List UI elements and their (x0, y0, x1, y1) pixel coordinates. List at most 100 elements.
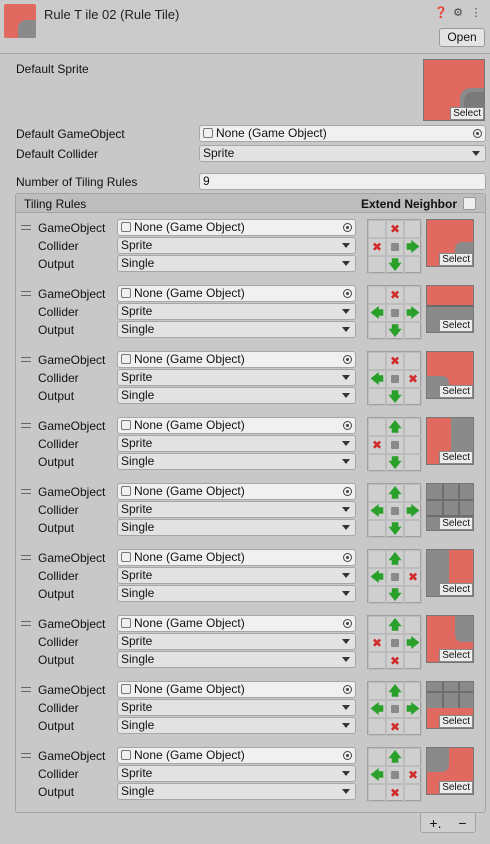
neighbor-this-arrow-icon[interactable]: 🡄 (368, 502, 386, 520)
drag-handle-icon[interactable] (21, 555, 31, 560)
rule-output-dropdown[interactable]: Single (117, 585, 356, 602)
neighbor-this-arrow-icon[interactable]: 🡆 (404, 502, 422, 520)
neighbor-this-arrow-icon[interactable]: 🡄 (368, 370, 386, 388)
rule-sprite-field[interactable]: Select (426, 351, 474, 399)
object-picker-icon[interactable] (343, 619, 352, 628)
rule-sprite-field[interactable]: Select (426, 681, 474, 729)
neighbor-empty-cell[interactable] (368, 352, 386, 370)
neighbor-empty-cell[interactable] (368, 718, 386, 736)
rule-gameobject-field[interactable]: None (Game Object) (117, 549, 356, 566)
neighbor-empty-cell[interactable] (404, 748, 422, 766)
neighbor-not-icon[interactable]: ✖ (386, 784, 404, 802)
neighbor-this-arrow-icon[interactable]: 🡆 (404, 238, 422, 256)
rule-sprite-select[interactable]: Select (439, 253, 473, 266)
rule-collider-dropdown[interactable]: Sprite (117, 567, 356, 584)
object-picker-icon[interactable] (343, 355, 352, 364)
object-picker-icon[interactable] (343, 553, 352, 562)
drag-handle-icon[interactable] (21, 357, 31, 362)
num-rules-field[interactable]: 9 (199, 173, 486, 190)
neighbor-empty-cell[interactable] (368, 682, 386, 700)
rule-output-dropdown[interactable]: Single (117, 519, 356, 536)
neighbor-empty-cell[interactable] (404, 388, 422, 406)
neighbor-this-arrow-icon[interactable]: 🡄 (368, 568, 386, 586)
rule-gameobject-field[interactable]: None (Game Object) (117, 747, 356, 764)
drag-handle-icon[interactable] (21, 489, 31, 494)
neighbor-empty-cell[interactable] (404, 718, 422, 736)
neighbor-this-arrow-icon[interactable]: 🡅 (386, 550, 404, 568)
rule-sprite-field[interactable]: Select (426, 417, 474, 465)
neighbor-empty-cell[interactable] (404, 352, 422, 370)
neighbor-empty-cell[interactable] (404, 454, 422, 472)
neighbor-empty-cell[interactable] (368, 586, 386, 604)
neighbor-empty-cell[interactable] (368, 418, 386, 436)
drag-handle-icon[interactable] (21, 291, 31, 296)
neighbor-not-icon[interactable]: ✖ (386, 220, 404, 238)
neighbor-not-icon[interactable]: ✖ (386, 652, 404, 670)
rule-collider-dropdown[interactable]: Sprite (117, 237, 356, 254)
rule-gameobject-field[interactable]: None (Game Object) (117, 615, 356, 632)
neighbor-empty-cell[interactable] (404, 436, 422, 454)
neighbor-empty-cell[interactable] (368, 220, 386, 238)
object-picker-icon[interactable] (343, 289, 352, 298)
neighbor-not-icon[interactable]: ✖ (368, 238, 386, 256)
help-icon[interactable]: ❓ (434, 6, 448, 20)
default-sprite-select[interactable]: Select (450, 107, 484, 120)
rule-output-dropdown[interactable]: Single (117, 255, 356, 272)
neighbor-not-icon[interactable]: ✖ (404, 766, 422, 784)
neighbor-this-arrow-icon[interactable]: 🡅 (386, 682, 404, 700)
neighbor-empty-cell[interactable] (368, 784, 386, 802)
rule-gameobject-field[interactable]: None (Game Object) (117, 285, 356, 302)
neighbor-empty-cell[interactable] (404, 784, 422, 802)
neighbor-not-icon[interactable]: ✖ (386, 718, 404, 736)
neighbor-not-icon[interactable]: ✖ (404, 568, 422, 586)
rule-sprite-select[interactable]: Select (439, 715, 473, 728)
neighbor-not-icon[interactable]: ✖ (386, 286, 404, 304)
neighbor-empty-cell[interactable] (368, 748, 386, 766)
neighbor-this-arrow-icon[interactable]: 🡇 (386, 388, 404, 406)
rule-sprite-select[interactable]: Select (439, 649, 473, 662)
extend-neighbor-checkbox[interactable] (463, 197, 476, 210)
neighbor-not-icon[interactable]: ✖ (368, 634, 386, 652)
rule-sprite-field[interactable]: Select (426, 483, 474, 531)
neighbor-empty-cell[interactable] (404, 520, 422, 538)
neighbor-this-arrow-icon[interactable]: 🡅 (386, 484, 404, 502)
neighbor-this-arrow-icon[interactable]: 🡄 (368, 304, 386, 322)
settings-icon[interactable]: ⚙ (452, 6, 464, 20)
neighbor-this-arrow-icon[interactable]: 🡅 (386, 616, 404, 634)
default-gameobject-field[interactable]: None (Game Object) (199, 125, 486, 142)
default-sprite-field[interactable]: Select (423, 59, 485, 121)
menu-icon[interactable]: ⋮ (470, 6, 482, 20)
object-picker-icon[interactable] (343, 487, 352, 496)
rule-sprite-select[interactable]: Select (439, 781, 473, 794)
neighbor-empty-cell[interactable] (404, 286, 422, 304)
neighbor-empty-cell[interactable] (368, 550, 386, 568)
neighbor-empty-cell[interactable] (368, 520, 386, 538)
neighbor-this-arrow-icon[interactable]: 🡆 (404, 634, 422, 652)
remove-rule-button[interactable]: − (458, 815, 466, 831)
neighbor-not-icon[interactable]: ✖ (404, 370, 422, 388)
neighbor-this-arrow-icon[interactable]: 🡅 (386, 418, 404, 436)
object-picker-icon[interactable] (343, 421, 352, 430)
rule-sprite-field[interactable]: Select (426, 747, 474, 795)
rule-collider-dropdown[interactable]: Sprite (117, 435, 356, 452)
rule-output-dropdown[interactable]: Single (117, 651, 356, 668)
rule-collider-dropdown[interactable]: Sprite (117, 501, 356, 518)
object-picker-icon[interactable] (473, 129, 482, 138)
neighbor-empty-cell[interactable] (404, 256, 422, 274)
drag-handle-icon[interactable] (21, 687, 31, 692)
neighbor-empty-cell[interactable] (404, 682, 422, 700)
drag-handle-icon[interactable] (21, 621, 31, 626)
object-picker-icon[interactable] (343, 751, 352, 760)
neighbor-not-icon[interactable]: ✖ (386, 352, 404, 370)
rule-gameobject-field[interactable]: None (Game Object) (117, 351, 356, 368)
neighbor-empty-cell[interactable] (368, 616, 386, 634)
neighbor-empty-cell[interactable] (368, 322, 386, 340)
rule-output-dropdown[interactable]: Single (117, 717, 356, 734)
neighbor-empty-cell[interactable] (404, 322, 422, 340)
rule-sprite-field[interactable]: Select (426, 549, 474, 597)
neighbor-empty-cell[interactable] (404, 550, 422, 568)
neighbor-this-arrow-icon[interactable]: 🡄 (368, 766, 386, 784)
neighbor-this-arrow-icon[interactable]: 🡇 (386, 256, 404, 274)
rule-sprite-field[interactable]: Select (426, 615, 474, 663)
rule-collider-dropdown[interactable]: Sprite (117, 369, 356, 386)
